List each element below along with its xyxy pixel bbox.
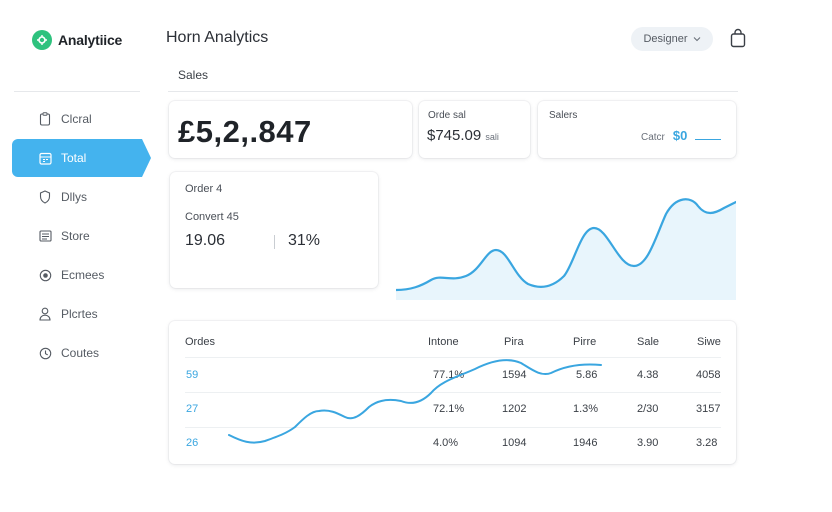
salers-label: Salers [549, 110, 578, 121]
salers-card: Salers Catcr $0 [538, 101, 736, 158]
table-cell: 77.1% [433, 369, 465, 381]
table-cell: 3.90 [637, 437, 659, 449]
convert-label: Convert 45 [185, 211, 239, 223]
table-header-siwe: Siwe [697, 336, 721, 348]
sidebar-item-plcrtes[interactable]: Plcrtes [12, 295, 142, 333]
dropdown-label: Designer [643, 33, 688, 45]
sidebar-nav: Clcral Total Dllys Store Ecmees Plcrtes [12, 100, 151, 373]
order-value-divider [274, 235, 275, 249]
sidebar-item-label: Dllys [61, 190, 87, 204]
sidebar-item-total[interactable]: Total [12, 139, 151, 177]
table-header-pira: Pira [504, 336, 524, 348]
clock-icon [38, 346, 52, 360]
order-card-title: Order 4 [185, 183, 223, 195]
list-icon [38, 229, 52, 243]
role-dropdown[interactable]: Designer [631, 27, 713, 51]
table-header-ordes: Ordes [185, 336, 215, 348]
sidebar-item-store[interactable]: Store [12, 217, 142, 255]
order-id-link[interactable]: 59 [186, 369, 198, 381]
section-divider [168, 91, 738, 92]
app-logo[interactable]: Analytiice [32, 30, 122, 50]
table-cell: 5.86 [576, 369, 598, 381]
sidebar-item-label: Clcral [61, 112, 92, 126]
sidebar-item-ecmees[interactable]: Ecmees [12, 256, 142, 294]
table-header-pirre: Pirre [573, 336, 597, 348]
record-icon [38, 268, 52, 282]
section-label: Sales [178, 68, 209, 82]
sidebar-item-coutes[interactable]: Coutes [12, 334, 142, 372]
table-cell: 1.3% [573, 403, 599, 415]
row-divider [185, 427, 721, 428]
sidebar-item-label: Ecmees [61, 268, 105, 282]
salers-row: Catcr $0 [641, 128, 722, 143]
sales-area-chart [396, 198, 736, 300]
table-header-sale: Sale [637, 336, 660, 348]
table-cell: 3157 [696, 403, 721, 415]
table-cell: 2/30 [637, 403, 659, 415]
table-cell: 3.28 [696, 437, 718, 449]
row-divider [185, 357, 721, 358]
orders-table: Ordes Intone Pira Pirre Sale Siwe 59 77.… [169, 321, 736, 464]
calendar-icon [38, 151, 52, 165]
total-value: £5,2,.847 [178, 114, 312, 149]
sidebar-item-label: Store [61, 229, 90, 243]
table-cell: 1946 [573, 437, 598, 449]
sidebar-item-clcral[interactable]: Clcral [12, 100, 142, 138]
salers-sub-label: Catcr [641, 132, 665, 143]
shield-icon [38, 190, 52, 204]
sidebar-item-label: Total [61, 151, 87, 165]
sidebar-item-label: Plcrtes [61, 307, 98, 321]
salers-value: $0 [672, 128, 688, 143]
table-cell: 1094 [502, 437, 527, 449]
table-header-intone: Intone [428, 336, 459, 348]
order-card: Order 4 Convert 45 19.06 31% [170, 172, 378, 288]
total-card: £5,2,.847 [169, 101, 412, 158]
order-value-b: 31% [288, 232, 321, 249]
shopping-bag-icon[interactable] [729, 28, 747, 48]
row-divider [185, 392, 721, 393]
area-fill [396, 199, 736, 300]
order-id-link[interactable]: 26 [186, 437, 198, 449]
order-sales-card: Orde sal $745.09 sali [419, 101, 530, 158]
order-sales-amount: $745.09 [427, 127, 482, 144]
sidebar-item-label: Coutes [61, 346, 100, 360]
table-cell: 72.1% [433, 403, 465, 415]
table-cell: 1594 [502, 369, 527, 381]
order-id-link[interactable]: 27 [186, 403, 198, 415]
clipboard-icon [38, 112, 52, 126]
page-title: Horn Analytics [166, 29, 269, 46]
order-sales-suffix: sali [485, 132, 499, 142]
sidebar-item-dllys[interactable]: Dllys [12, 178, 142, 216]
order-value-a: 19.06 [185, 232, 226, 249]
order-sales-label: Orde sal [428, 110, 466, 121]
table-cell: 4.0% [433, 437, 459, 449]
logo-icon [32, 30, 52, 50]
table-cell: 4.38 [637, 369, 659, 381]
logo-text: Analytiice [58, 32, 123, 48]
table-cell: 1202 [502, 403, 527, 415]
chevron-down-icon [693, 33, 701, 45]
salers-underline [695, 132, 722, 140]
order-sales-value: $745.09 sali [427, 127, 499, 144]
sidebar-divider [14, 91, 140, 92]
table-cell: 4058 [696, 369, 721, 381]
user-icon [38, 307, 52, 321]
